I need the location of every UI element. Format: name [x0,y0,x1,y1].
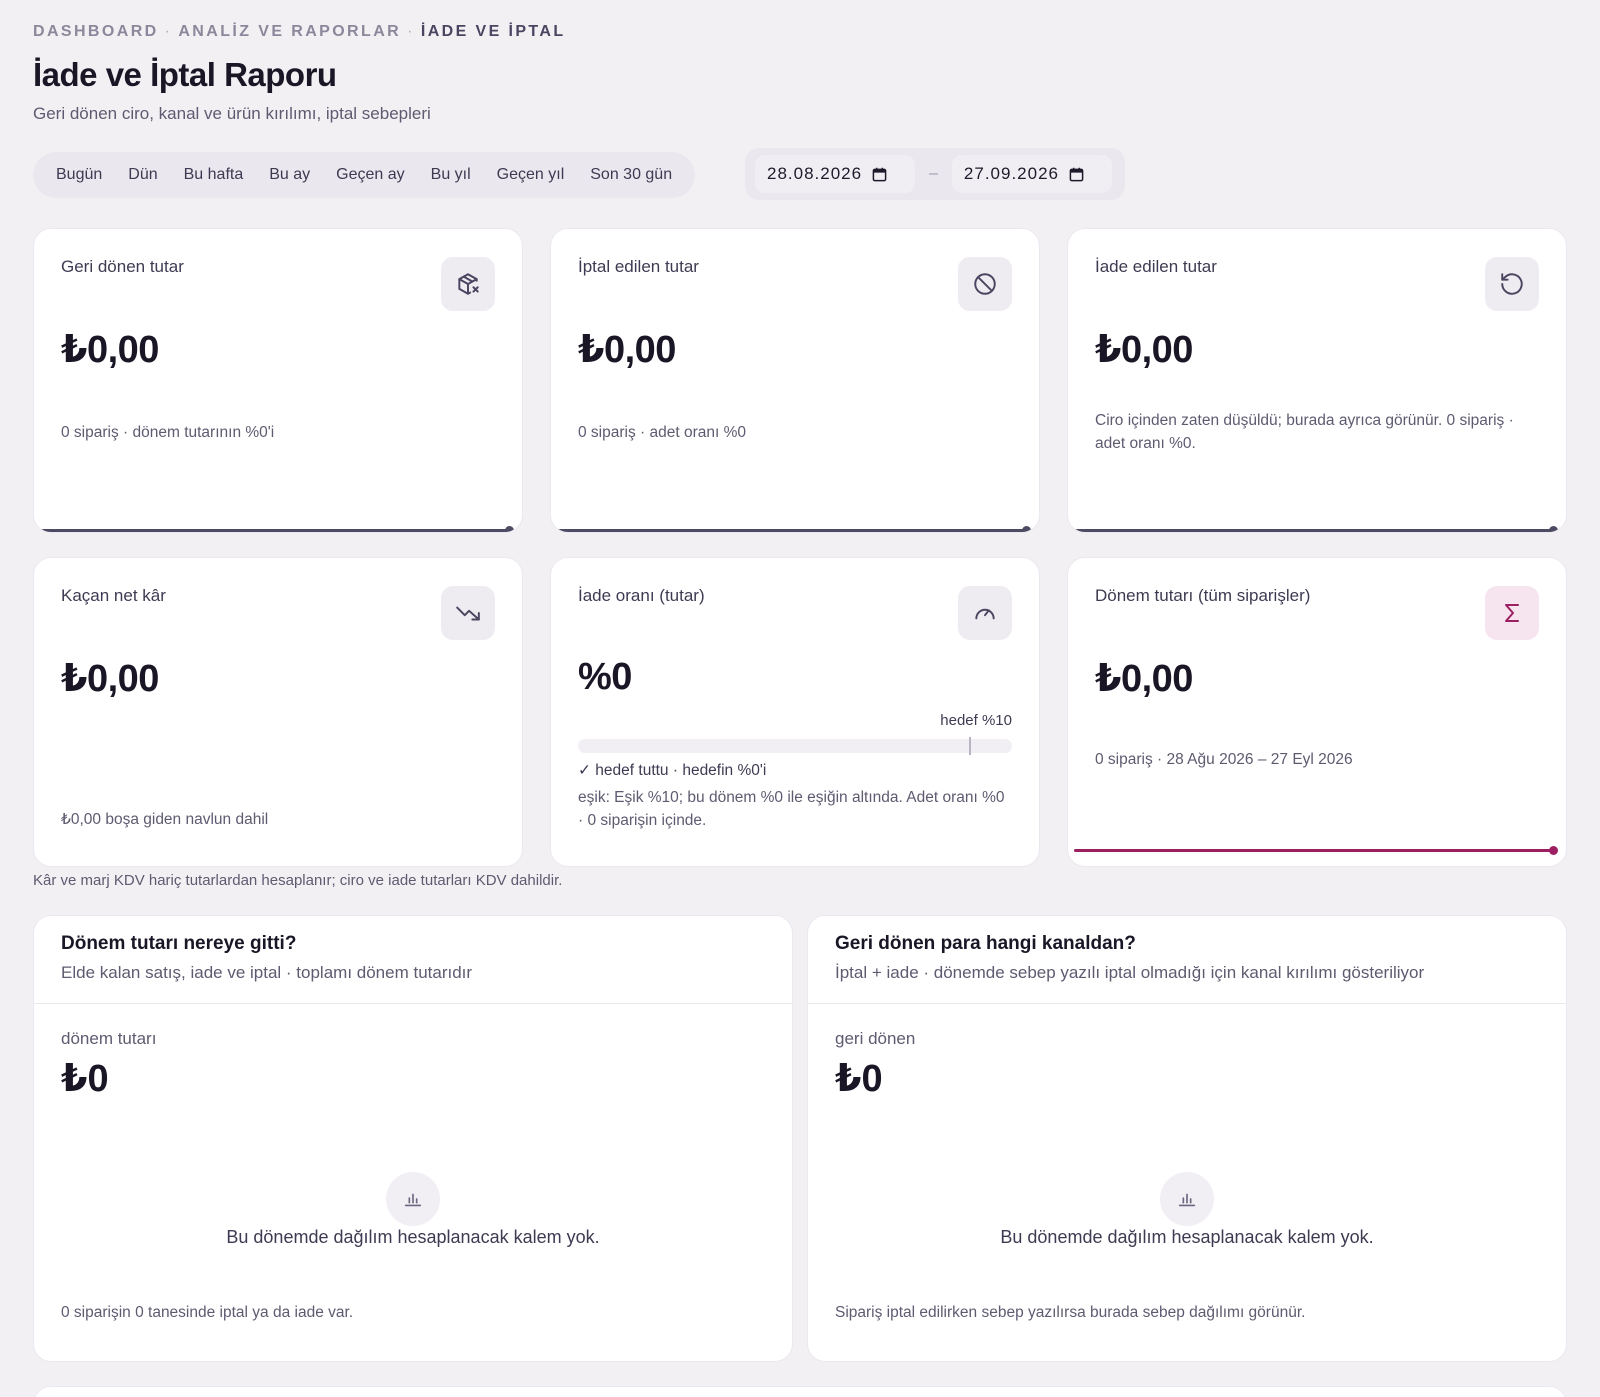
kpi-card-refunded-amount: İade edilen tutar ₺0,00 Ciro içinden zat… [1067,228,1567,533]
end-date-input[interactable]: 27.09.2026 [951,155,1112,193]
calendar-icon[interactable] [1069,167,1084,182]
kpi-card-cancelled-amount: İptal edilen tutar ₺0,00 0 sipariş · ade… [550,228,1040,533]
progress-status: ✓ hedef tuttu · hedefin %0'i [578,762,767,779]
preset-today[interactable]: Bugün [49,158,109,192]
trending-down-icon [441,586,495,640]
preset-this-week[interactable]: Bu hafta [177,158,251,192]
gauge-icon [958,586,1012,640]
kpi-label: Dönem tutarı (tüm siparişler) [1095,586,1311,605]
kpi-accent-bar [1074,526,1558,532]
date-preset-bar: Bugün Dün Bu hafta Bu ay Geçen ay Bu yıl… [33,152,696,198]
panel-subtitle: İptal + iade · dönemde sebep yazılı ipta… [835,963,1425,982]
panel-header: Geri dönen para hangi kanaldan? İptal + … [808,916,1566,1004]
page-title: İade ve İptal Raporu [33,56,337,93]
kpi-value: %0 [578,656,632,698]
kpi-card-returned-amount: Geri dönen tutar ₺0,00 0 sipariş · dönem… [33,228,523,533]
panel-footer-note: Sipariş iptal edilirken sebep yazılırsa … [835,1304,1306,1321]
kpi-value: ₺0,00 [578,329,676,371]
calendar-icon[interactable] [872,167,887,182]
preset-this-year[interactable]: Bu yıl [424,158,478,192]
kpi-accent-bar [1074,846,1558,855]
progress-target-marker [968,737,971,755]
kpi-value: ₺0,00 [1095,329,1193,371]
kpi-note: 0 sipariş · adet oranı %0 [578,424,747,441]
empty-state-text: Bu dönemde dağılım hesaplanacak kalem yo… [1000,1227,1374,1247]
panel-title: Geri dönen para hangi kanaldan? [835,933,1136,954]
bar-chart-icon [1160,1172,1214,1226]
breadcrumb-separator: · [164,23,173,40]
preset-this-month[interactable]: Bu ay [262,158,317,192]
breadcrumb-separator: · [407,23,415,40]
preset-last-year[interactable]: Geçen yıl [490,158,572,192]
kpi-label: Kaçan net kâr [61,586,166,605]
threshold-note: eşik: Eşik %10; bu dönem %0 ile eşiğin a… [578,789,1005,829]
kpi-value: ₺0,00 [61,329,159,371]
return-rate-progress-bar [578,737,1012,755]
kpi-card-period-total: Dönem tutarı (tüm siparişler) ₺0,00 0 si… [1067,557,1567,867]
panel-metric-label: dönem tutarı [61,1029,157,1048]
panel-header: Dönem tutarı nereye gitti? Elde kalan sa… [34,916,792,1004]
panel-title: Dönem tutarı nereye gitti? [61,933,297,954]
vat-footnote: Kâr ve marj KDV hariç tutarlardan hesapl… [33,872,563,889]
kpi-accent-bar [40,526,514,532]
kpi-value: ₺0,00 [1095,658,1193,700]
kpi-label: İade oranı (tutar) [578,586,705,605]
package-x-icon [441,257,495,311]
preset-yesterday[interactable]: Dün [121,158,164,192]
next-panel [33,1386,1567,1397]
panel-metric-label: geri dönen [835,1029,916,1048]
rotate-ccw-icon [1485,257,1539,311]
panel-metric-value: ₺0 [61,1058,109,1100]
kpi-note: 0 sipariş · dönem tutarının %0'i [61,424,275,441]
preset-last-30-days[interactable]: Son 30 gün [583,158,679,192]
start-date-input[interactable]: 28.08.2026 [755,155,915,193]
start-date-value: 28.08.2026 [767,164,863,183]
date-range-picker: 28.08.2026 – 27.09.2026 [745,148,1125,200]
panel-returned-channel: Geri dönen para hangi kanaldan? İptal + … [807,915,1567,1362]
breadcrumb: DASHBOARD · ANALİZ VE RAPORLAR · İADE VE İPT… [33,23,566,41]
end-date-value: 27.09.2026 [963,164,1059,183]
kpi-label: İptal edilen tutar [578,257,699,276]
panel-footer-note: 0 siparişin 0 tanesinde iptal ya da iade… [61,1304,354,1321]
preset-last-month[interactable]: Geçen ay [329,158,411,192]
panel-metric-value: ₺0 [835,1058,883,1100]
ban-icon [958,257,1012,311]
panel-period-breakdown: Dönem tutarı nereye gitti? Elde kalan sa… [33,915,793,1362]
kpi-label: İade edilen tutar [1095,257,1217,276]
kpi-value: ₺0,00 [61,658,159,700]
kpi-card-return-rate: İade oranı (tutar) %0 hedef %10 ✓ hedef … [550,557,1040,867]
page-subtitle: Geri dönen ciro, kanal ve ürün kırılımı,… [33,104,431,123]
progress-target-label: hedef %10 [940,712,1012,729]
sigma-icon [1485,586,1539,640]
date-range-separator: – [929,165,938,182]
empty-state-text: Bu dönemde dağılım hesaplanacak kalem yo… [226,1227,600,1247]
kpi-accent-bar [557,526,1031,532]
panel-subtitle: Elde kalan satış, iade ve iptal · toplam… [61,963,473,982]
kpi-note: 0 sipariş · 28 Ağu 2026 – 27 Eyl 2026 [1095,751,1353,768]
bar-chart-icon [386,1172,440,1226]
kpi-label: Geri dönen tutar [61,257,184,276]
breadcrumb-item-current: İADE VE İPTAL [420,23,566,40]
breadcrumb-item-analiz[interactable]: ANALİZ VE RAPORLAR [178,23,401,40]
kpi-note: ₺0,00 boşa giden navlun dahil [61,811,269,828]
kpi-card-lost-net-profit: Kaçan net kâr ₺0,00 ₺0,00 boşa giden nav… [33,557,523,867]
breadcrumb-item-dashboard[interactable]: DASHBOARD [33,23,159,40]
kpi-note: Ciro içinden zaten düşüldü; burada ayrıc… [1095,412,1514,452]
